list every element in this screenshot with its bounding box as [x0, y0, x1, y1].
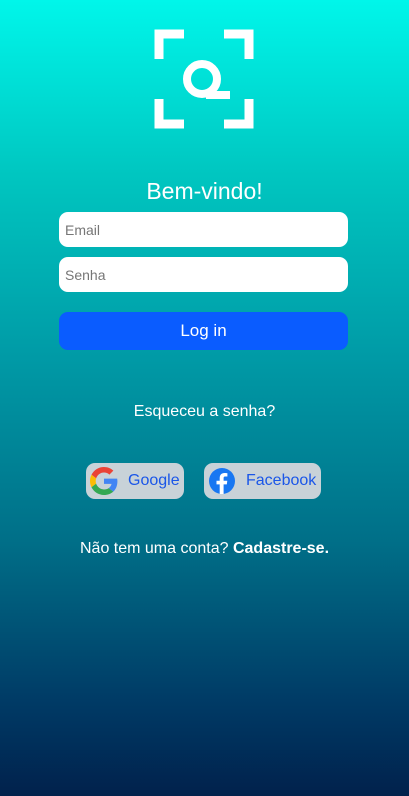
facebook-icon: [208, 467, 236, 495]
login-button[interactable]: Log in: [59, 312, 348, 350]
app-logo: [154, 29, 254, 129]
facebook-label: Facebook: [246, 472, 317, 489]
scan-q-logo-icon: [154, 29, 254, 129]
google-login-button[interactable]: Google: [86, 463, 184, 499]
google-label: Google: [128, 472, 180, 489]
email-field[interactable]: [59, 212, 348, 247]
forgot-password-link[interactable]: Esqueceu a senha?: [0, 403, 409, 421]
signup-text: Não tem uma conta?: [79, 540, 229, 557]
welcome-title: Bem-vindo!: [146, 178, 263, 204]
google-icon: [90, 467, 118, 495]
signup-link[interactable]: Cadastre-se.: [233, 540, 329, 557]
signup-prompt: Não tem uma conta? Cadastre-se.: [0, 540, 409, 558]
password-field[interactable]: [59, 257, 348, 292]
facebook-login-button[interactable]: Facebook: [204, 463, 321, 499]
